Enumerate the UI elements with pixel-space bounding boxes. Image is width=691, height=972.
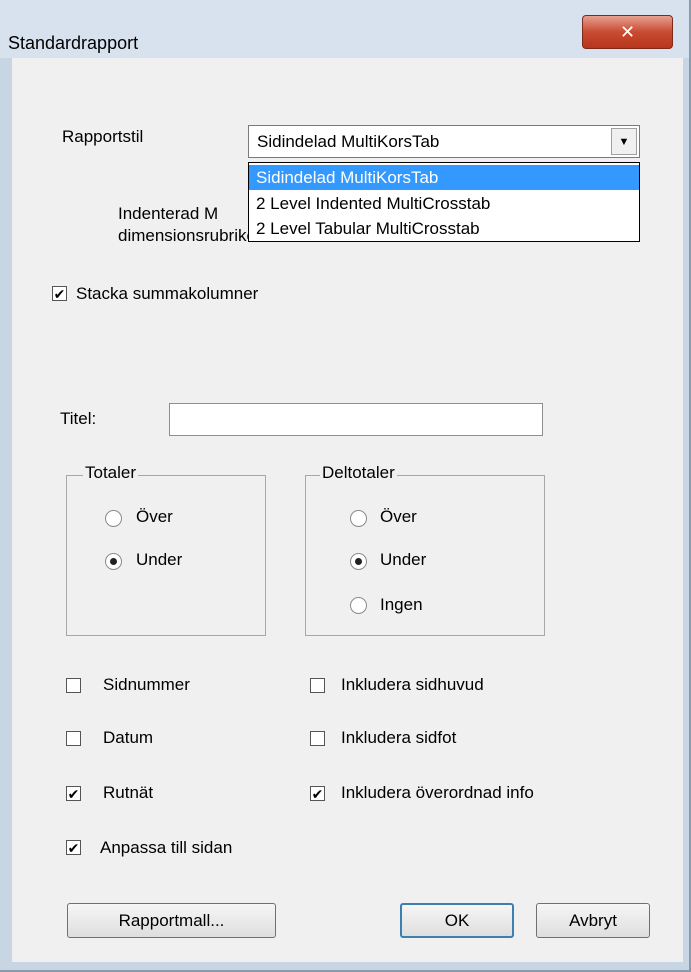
subtotals-none-radio[interactable] — [350, 597, 367, 614]
report-style-label: Rapportstil — [62, 127, 144, 146]
dropdown-option[interactable]: Sidindelad MultiKorsTab — [249, 165, 639, 190]
grid-checkbox[interactable]: ✔ — [66, 786, 81, 801]
fit-page-checkbox[interactable]: ✔ — [66, 840, 81, 855]
include-footer-label: Inkludera sidfot — [341, 728, 457, 747]
report-template-button[interactable]: Rapportmall... — [67, 903, 276, 938]
page-number-checkbox[interactable] — [66, 678, 81, 693]
check-icon: ✔ — [311, 785, 324, 802]
check-icon: ✔ — [67, 839, 80, 856]
totals-over-radio[interactable] — [105, 510, 122, 527]
description-line-2: dimensionsrubriker. — [118, 226, 266, 245]
title-label: Titel: — [60, 409, 97, 428]
date-label: Datum — [103, 728, 154, 747]
dropdown-option[interactable]: 2 Level Tabular MultiCrosstab — [249, 216, 639, 241]
include-footer-checkbox[interactable] — [310, 731, 325, 746]
include-parent-info-checkbox[interactable]: ✔ — [310, 786, 325, 801]
subtotals-none-label: Ingen — [380, 595, 423, 614]
dropdown-option[interactable]: 2 Level Indented MultiCrosstab — [249, 191, 639, 216]
fit-page-label: Anpassa till sidan — [100, 838, 233, 857]
subtotals-under-label: Under — [380, 550, 427, 569]
page-number-label: Sidnummer — [103, 675, 190, 694]
subtotals-under-radio[interactable] — [350, 553, 367, 570]
report-template-button-label: Rapportmall... — [118, 910, 225, 930]
window-title: Standardrapport — [8, 33, 139, 53]
totals-under-label: Under — [136, 550, 183, 569]
cancel-button[interactable]: Avbryt — [536, 903, 650, 938]
close-button[interactable]: ✕ — [582, 15, 673, 49]
ok-button-label: OK — [444, 910, 470, 930]
stack-summary-label: Stacka summakolumner — [76, 284, 259, 303]
close-icon: ✕ — [619, 21, 636, 43]
include-header-checkbox[interactable] — [310, 678, 325, 693]
title-input[interactable] — [169, 403, 543, 436]
subtotals-over-radio[interactable] — [350, 510, 367, 527]
date-checkbox[interactable] — [66, 731, 81, 746]
totals-under-radio[interactable] — [105, 553, 122, 570]
subtotals-over-label: Över — [380, 507, 417, 526]
check-icon: ✔ — [53, 285, 66, 302]
report-style-combobox[interactable]: Sidindelad MultiKorsTab ▼ — [248, 125, 640, 158]
check-icon: ✔ — [67, 785, 80, 802]
include-parent-info-label: Inkludera överordnad info — [341, 783, 534, 802]
dropdown-arrow-button[interactable]: ▼ — [611, 128, 637, 155]
stack-summary-checkbox[interactable]: ✔ — [52, 286, 67, 301]
title-bar[interactable]: Standardrapport ✕ — [0, 0, 689, 58]
report-style-dropdown-list: Sidindelad MultiKorsTab 2 Level Indented… — [248, 162, 640, 242]
totals-legend: Totaler — [83, 463, 139, 483]
cancel-button-label: Avbryt — [569, 910, 617, 930]
report-style-value: Sidindelad MultiKorsTab — [257, 132, 440, 151]
grid-label: Rutnät — [103, 783, 154, 802]
description-line-1: Indenterad M — [118, 204, 219, 223]
chevron-down-icon: ▼ — [618, 135, 630, 148]
totals-over-label: Över — [136, 507, 173, 526]
include-header-label: Inkludera sidhuvud — [341, 675, 484, 694]
ok-button[interactable]: OK — [400, 903, 514, 938]
subtotals-legend: Deltotaler — [320, 463, 397, 483]
